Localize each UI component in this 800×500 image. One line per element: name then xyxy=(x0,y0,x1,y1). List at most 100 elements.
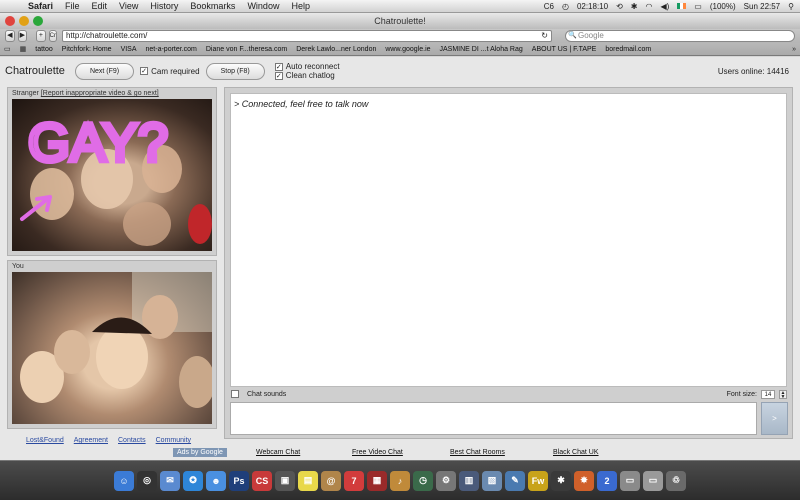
ad-link-free-video-chat[interactable]: Free Video Chat xyxy=(352,449,403,456)
report-link[interactable]: [Report inappropriate video & go next] xyxy=(41,90,159,97)
bluetooth-icon[interactable]: ✱ xyxy=(631,2,638,11)
iphoto-icon[interactable]: ▧ xyxy=(482,470,502,491)
font-size-stepper[interactable]: ▲ ▼ xyxy=(779,389,787,399)
safari-icon[interactable]: ✪ xyxy=(183,470,203,491)
font-size-field[interactable]: 14 xyxy=(761,389,775,399)
menu-file[interactable]: File xyxy=(59,1,86,11)
volume-icon[interactable]: ◀) xyxy=(660,2,669,11)
bridge-icon[interactable]: ✸ xyxy=(574,470,594,491)
bookmark-item[interactable]: Derek Lawlo...ner London xyxy=(296,46,376,53)
you-label: You xyxy=(12,263,24,270)
address-bar[interactable]: http://chatroulette.com/ ↻ xyxy=(61,30,552,42)
bookmarks-overflow-icon[interactable]: » xyxy=(792,46,796,53)
time-machine-icon[interactable]: ⟲ xyxy=(616,2,623,11)
dvd-player-icon[interactable]: ▣ xyxy=(275,470,295,491)
spotlight-icon[interactable]: ⚲ xyxy=(788,2,794,11)
clock-time[interactable]: 02:18:10 xyxy=(577,2,608,11)
lost-found-link[interactable]: Lost&Found xyxy=(26,437,64,444)
next-button[interactable]: Next (F9) xyxy=(74,62,135,80)
site-logo[interactable]: Chatroulette xyxy=(5,65,65,77)
image-capture-icon[interactable]: ✱ xyxy=(551,470,571,491)
drawn-overlay-text: GAY? xyxy=(28,113,168,173)
reload-icon[interactable]: ↻ xyxy=(538,31,551,41)
menu-history[interactable]: History xyxy=(144,1,184,11)
clean-chatlog-label: Clean chatlog xyxy=(285,71,335,80)
photo-booth-icon[interactable]: ▦ xyxy=(367,470,387,491)
menu-view[interactable]: View xyxy=(113,1,144,11)
status-code[interactable]: C6 xyxy=(544,2,554,11)
system-preferences-icon[interactable]: ⚙ xyxy=(436,470,456,491)
add-bookmark-button[interactable]: + xyxy=(36,30,46,42)
ads-by-google-badge[interactable]: Ads by Google xyxy=(173,447,227,457)
send-button[interactable]: > xyxy=(761,402,788,435)
time-machine-icon[interactable]: ◷ xyxy=(413,470,433,491)
wifi-icon[interactable]: ◠ xyxy=(645,2,652,11)
chat-sounds-checkbox[interactable] xyxy=(231,390,239,398)
face-shape xyxy=(179,356,212,408)
bookmark-item[interactable]: VISA xyxy=(121,46,137,53)
auto-reconnect-option[interactable]: ✓ Auto reconnect xyxy=(274,62,340,71)
menu-edit[interactable]: Edit xyxy=(86,1,114,11)
menu-help[interactable]: Help xyxy=(285,1,316,11)
agreement-link[interactable]: Agreement xyxy=(74,437,108,444)
menu-app-safari[interactable]: Safari xyxy=(22,1,59,11)
bookmark-item[interactable]: JASMINE DI ...t Aloha Rag xyxy=(440,46,523,53)
garageband-icon[interactable]: ♪ xyxy=(390,470,410,491)
forward-button[interactable]: ▶ xyxy=(17,30,28,42)
book-icon[interactable]: ▭ xyxy=(4,45,11,53)
bookmark-item[interactable]: tattoo xyxy=(35,46,53,53)
message-input[interactable] xyxy=(230,402,757,435)
input-source-flag-icon[interactable] xyxy=(677,3,687,9)
window-titlebar: Chatroulette! xyxy=(0,13,800,29)
cam-required-option[interactable]: ✓ Cam required xyxy=(140,66,200,76)
app-store-badge-icon[interactable]: 2 xyxy=(597,470,617,491)
chat-log[interactable]: > Connected, feel free to talk now xyxy=(230,93,787,387)
cam-required-checkbox[interactable]: ✓ xyxy=(140,67,149,75)
fireworks-icon[interactable]: Fw xyxy=(528,470,548,491)
clean-chatlog-checkbox[interactable]: ✓ xyxy=(274,71,283,80)
back-button[interactable]: ◀ xyxy=(5,30,15,42)
contacts-link[interactable]: Contacts xyxy=(118,437,146,444)
trash-icon[interactable]: ♲ xyxy=(666,470,686,491)
creative-suite-icon[interactable]: CS xyxy=(252,470,272,491)
reader-button[interactable]: Cr xyxy=(48,30,57,42)
menu-window[interactable]: Window xyxy=(241,1,285,11)
finder-icon[interactable]: ☺ xyxy=(114,470,134,491)
clean-chatlog-option[interactable]: ✓ Clean chatlog xyxy=(274,71,340,80)
ad-link-webcam-chat[interactable]: Webcam Chat xyxy=(256,449,300,456)
close-window-button[interactable] xyxy=(5,16,15,26)
iweb-icon[interactable]: ✎ xyxy=(505,470,525,491)
address-book-icon[interactable]: @ xyxy=(321,470,341,491)
bookmark-item[interactable]: net-a-porter.com xyxy=(146,46,197,53)
cam-required-label: Cam required xyxy=(151,66,200,76)
expose-icon[interactable]: ▥ xyxy=(459,470,479,491)
documents-icon[interactable]: ▭ xyxy=(643,470,663,491)
face-shape xyxy=(54,330,90,374)
ichat-icon[interactable]: ☻ xyxy=(206,470,226,491)
bookmark-item[interactable]: Diane von F...theresa.com xyxy=(206,46,287,53)
battery-percent: (100%) xyxy=(709,1,736,11)
address-url[interactable]: http://chatroulette.com/ xyxy=(66,31,538,41)
auto-reconnect-checkbox[interactable]: ✓ xyxy=(274,62,283,71)
community-link[interactable]: Community xyxy=(156,437,191,444)
downloads-icon[interactable]: ▭ xyxy=(620,470,640,491)
mail-icon[interactable]: ✉ xyxy=(160,470,180,491)
zoom-window-button[interactable] xyxy=(33,16,43,26)
ical-icon[interactable]: 7 xyxy=(344,470,364,491)
grid-icon[interactable]: ▦ xyxy=(20,45,27,53)
ad-link-black-chat-uk[interactable]: Black Chat UK xyxy=(553,449,599,456)
bookmark-item[interactable]: boredmail.com xyxy=(605,46,651,53)
ad-link-best-chat-rooms[interactable]: Best Chat Rooms xyxy=(450,449,505,456)
dashboard-icon[interactable]: ◎ xyxy=(137,470,157,491)
minimize-window-button[interactable] xyxy=(19,16,29,26)
photoshop-icon[interactable]: Ps xyxy=(229,470,249,491)
bookmark-item[interactable]: Pitchfork: Home xyxy=(62,46,112,53)
menu-bookmarks[interactable]: Bookmarks xyxy=(184,1,241,11)
bookmark-item[interactable]: www.google.ie xyxy=(385,46,430,53)
battery-icon[interactable]: ▭ xyxy=(694,2,702,11)
stop-button[interactable]: Stop (F8) xyxy=(205,62,265,80)
menubar-datetime[interactable]: Sun 22:57 xyxy=(744,2,780,11)
bookmark-item[interactable]: ABOUT US | F.TAPE xyxy=(532,46,597,53)
stickies-icon[interactable]: ▤ xyxy=(298,470,318,491)
search-field[interactable]: Google xyxy=(564,30,795,42)
